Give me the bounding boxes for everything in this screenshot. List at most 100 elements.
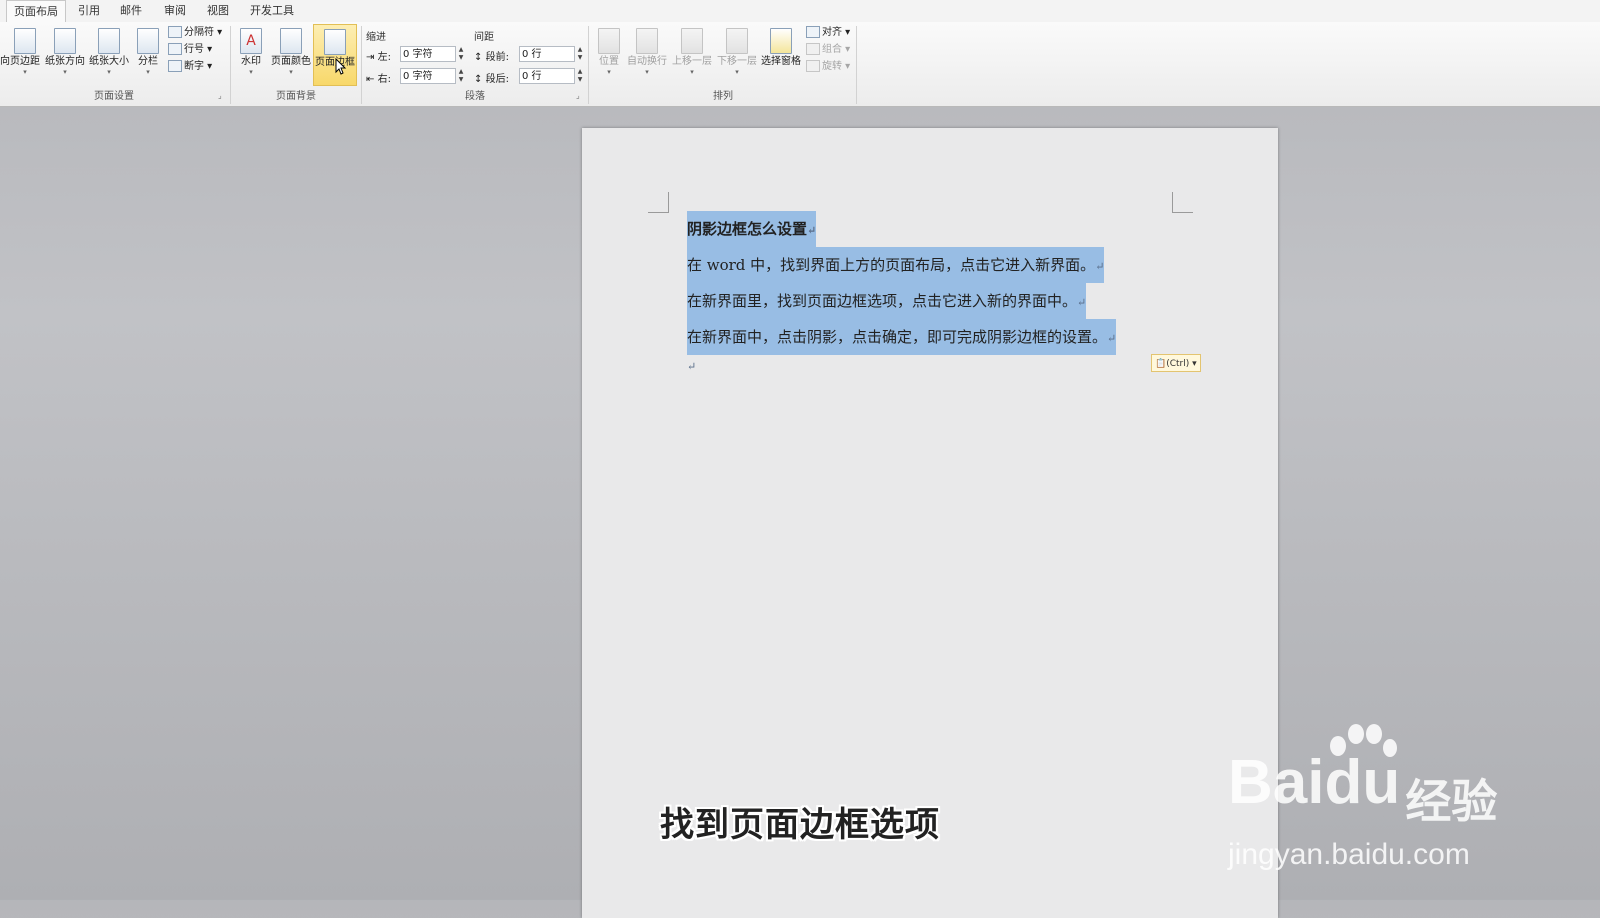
breaks-icon: [168, 26, 182, 38]
jingyan-logo-text: 经验: [1405, 774, 1498, 829]
page-borders-button[interactable]: 页面边框: [313, 24, 357, 86]
document-title-line[interactable]: 阴影边框怎么设置↵: [687, 211, 817, 247]
spacing-before-row: ↕ 段前: 0 行 ▲ ▼: [474, 46, 584, 64]
paragraph-mark: ↵: [1107, 332, 1117, 345]
group-objects-button[interactable]: 组合 ▾: [806, 42, 850, 58]
tab-references[interactable]: 引用: [72, 0, 106, 22]
watermark-button[interactable]: A 水印 ▾: [236, 24, 266, 86]
indent-left-row: ⇥ 左: 0 字符 ▲ ▼: [366, 46, 466, 64]
selection-pane-button[interactable]: 选择窗格: [760, 24, 802, 86]
selection-pane-icon: [770, 28, 792, 54]
size-button[interactable]: 纸张大小 ▾: [88, 24, 130, 86]
selected-text: 在 word 中，找到界面上方的页面布局，点击它进入新界面。↵: [687, 247, 1105, 283]
indent-right-icon: ⇤: [366, 74, 375, 85]
group-label-page-setup: 页面设置: [94, 91, 134, 102]
document-line[interactable]: 在新界面中，点击阴影，点击确定，即可完成阴影边框的设置。↵: [687, 319, 1117, 355]
indent-right-row: ⇤ 右: 0 字符 ▲ ▼: [366, 68, 466, 86]
paragraph-launcher-icon[interactable]: ⌟: [576, 92, 584, 100]
spacing-before-input[interactable]: 0 行: [519, 46, 575, 62]
align-icon: [806, 26, 820, 38]
tab-review[interactable]: 审阅: [158, 0, 192, 22]
columns-button[interactable]: 分栏 ▾: [134, 24, 162, 86]
group-divider: [230, 26, 231, 104]
indent-right-spinner[interactable]: ▲ ▼: [456, 68, 466, 84]
selected-text: 阴影边框怎么设置↵: [687, 211, 817, 247]
ribbon-tab-bar: 页面布局 引用 邮件 审阅 视图 开发工具: [0, 0, 1600, 23]
orientation-icon: [54, 28, 76, 54]
spacing-after-row: ↕ 段后: 0 行 ▲ ▼: [474, 68, 584, 86]
paste-options-button[interactable]: 📋(Ctrl) ▾: [1151, 354, 1201, 372]
spacing-after-icon: ↕: [474, 74, 483, 85]
tab-developer[interactable]: 开发工具: [246, 0, 298, 22]
document-line[interactable]: 在新界面里，找到页面边框选项，点击它进入新的界面中。↵: [687, 283, 1087, 319]
selected-text: 在新界面里，找到页面边框选项，点击它进入新的界面中。↵: [687, 283, 1087, 319]
hyphenation-button[interactable]: 断字 ▾: [168, 59, 212, 75]
page-color-button[interactable]: 页面颜色 ▾: [270, 24, 312, 86]
bring-forward-icon: [681, 28, 703, 54]
tab-mailings[interactable]: 邮件: [114, 0, 148, 22]
rotate-icon: [806, 60, 820, 72]
group-label-paragraph: 段落: [465, 91, 485, 102]
line-numbers-button[interactable]: 行号 ▾: [168, 42, 212, 58]
empty-paragraph[interactable]: ↵: [687, 356, 696, 374]
position-button[interactable]: 位置 ▾: [594, 24, 624, 86]
spacing-before-icon: ↕: [474, 52, 483, 63]
group-divider: [856, 26, 857, 104]
tab-view[interactable]: 视图: [201, 0, 235, 22]
page-color-icon: [280, 28, 302, 54]
spacing-before-spinner[interactable]: ▲ ▼: [575, 46, 585, 62]
align-button[interactable]: 对齐 ▾: [806, 25, 850, 41]
document-line[interactable]: 在 word 中，找到界面上方的页面布局，点击它进入新界面。↵: [687, 247, 1105, 283]
wrap-text-button[interactable]: 自动换行 ▾: [626, 24, 668, 86]
spacing-after-spinner[interactable]: ▲ ▼: [575, 68, 585, 84]
send-backward-icon: [726, 28, 748, 54]
spacing-after-label: ↕ 段后:: [474, 74, 509, 85]
baidu-jingyan-watermark: Baidu 经验 jingyan.baidu.com: [1228, 724, 1498, 872]
group-divider: [588, 26, 589, 104]
paragraph-mark: ↵: [1095, 260, 1105, 273]
group-label-page-background: 页面背景: [276, 91, 316, 102]
position-icon: [598, 28, 620, 54]
columns-icon: [137, 28, 159, 54]
mouse-cursor-icon: [335, 58, 347, 75]
selected-text: 在新界面中，点击阴影，点击确定，即可完成阴影边框的设置。↵: [687, 319, 1117, 355]
bring-forward-button[interactable]: 上移一层 ▾: [671, 24, 713, 86]
send-backward-button[interactable]: 下移一层 ▾: [716, 24, 758, 86]
indent-left-input[interactable]: 0 字符: [400, 46, 456, 62]
tab-page-layout[interactable]: 页面布局: [6, 0, 66, 23]
orientation-button[interactable]: 纸张方向 ▾: [44, 24, 86, 86]
group-icon: [806, 43, 820, 55]
ribbon: 向 页边距 ▾ 纸张方向 ▾ 纸张大小 ▾ 分栏 ▾ 分隔符 ▾ 行号 ▾ 断字 ▾ 页…: [0, 22, 1600, 107]
clipboard-icon: 📋: [1155, 359, 1167, 369]
paper-size-icon: [98, 28, 120, 54]
indent-title: 缩进: [366, 32, 386, 43]
group-label-arrange: 排列: [713, 91, 733, 102]
watermark-url: jingyan.baidu.com: [1228, 837, 1470, 871]
paragraph-mark: ↵: [687, 360, 697, 373]
indent-right-label: ⇤ 右:: [366, 74, 391, 85]
video-caption: 找到页面边框选项: [660, 805, 940, 845]
breaks-button[interactable]: 分隔符 ▾: [168, 25, 222, 41]
paragraph-mark: ↵: [807, 224, 817, 237]
spacing-before-label: ↕ 段前:: [474, 52, 509, 63]
margins-icon: [14, 28, 36, 54]
page-borders-icon: [324, 29, 346, 55]
watermark-icon: A: [240, 28, 262, 54]
indent-left-icon: ⇥: [366, 52, 375, 63]
line-numbers-icon: [168, 43, 182, 55]
spacing-title: 间距: [474, 32, 494, 43]
wrap-text-icon: [636, 28, 658, 54]
baidu-logo-text: Bai: [1228, 748, 1325, 817]
margins-button[interactable]: 页边距 ▾: [8, 24, 42, 86]
baidu-paw-icon: [1330, 724, 1397, 757]
hyphenation-icon: [168, 60, 182, 72]
indent-right-input[interactable]: 0 字符: [400, 68, 456, 84]
page-setup-launcher-icon[interactable]: ⌟: [218, 92, 226, 100]
spacing-after-input[interactable]: 0 行: [519, 68, 575, 84]
margin-corner-marker: [648, 192, 669, 213]
paragraph-mark: ↵: [1077, 296, 1087, 309]
indent-left-spinner[interactable]: ▲ ▼: [456, 46, 466, 62]
margin-corner-marker: [1172, 192, 1193, 213]
rotate-button[interactable]: 旋转 ▾: [806, 59, 850, 75]
indent-left-label: ⇥ 左:: [366, 52, 391, 63]
